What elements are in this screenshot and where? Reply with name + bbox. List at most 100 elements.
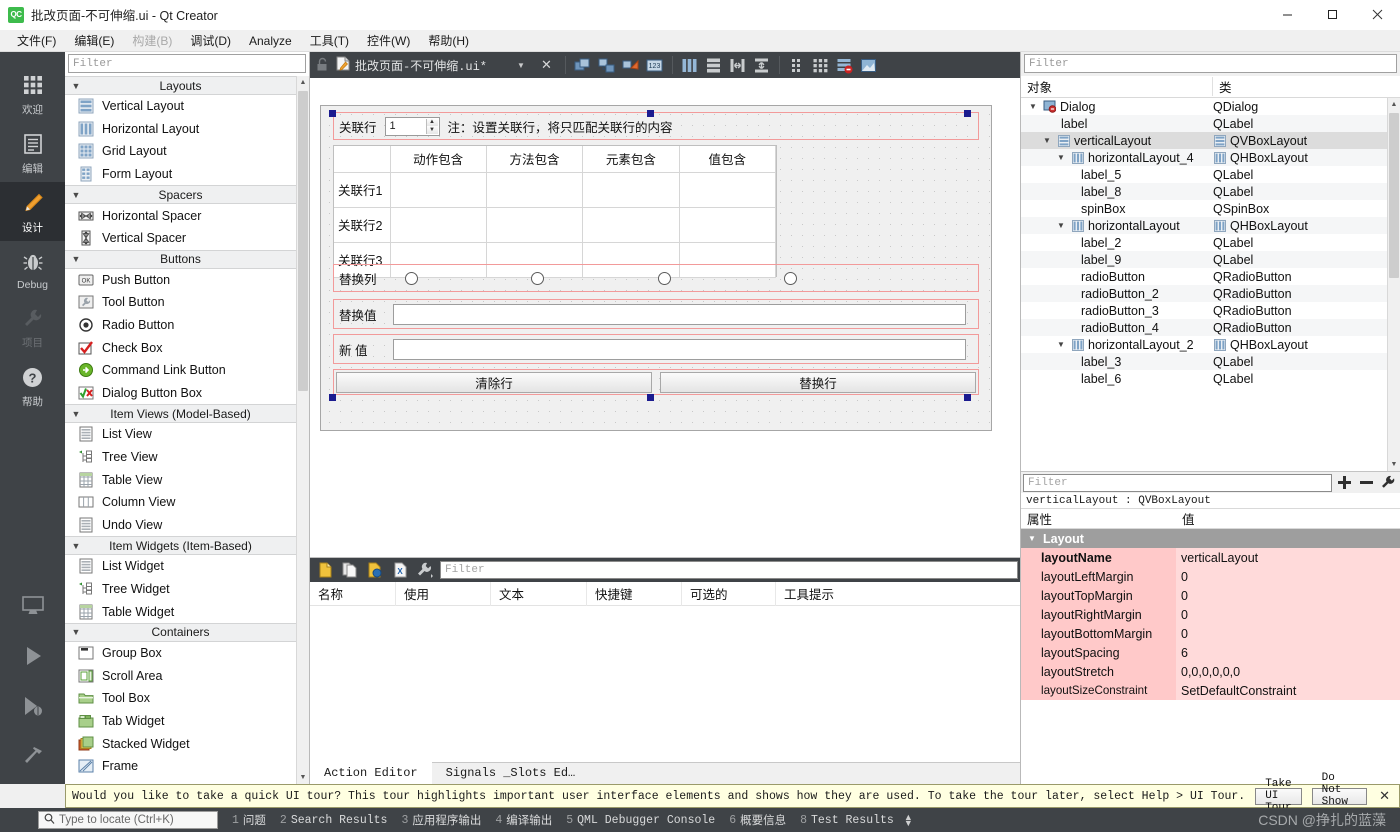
table-cell[interactable]: [389, 171, 487, 208]
widget-box-scrollbar[interactable]: ▲ ▼: [296, 76, 309, 784]
widget-item-list-widget[interactable]: List Widget: [65, 555, 296, 578]
oi-row-label-5[interactable]: label_5 QLabel: [1021, 166, 1387, 183]
spinbox-assoc-row[interactable]: 1 ▲ ▼: [384, 116, 440, 136]
break-layout-icon[interactable]: [835, 55, 855, 75]
scroll-up-icon[interactable]: ▲: [297, 76, 309, 89]
widget-item-dialog-button-box[interactable]: Dialog Button Box: [65, 382, 296, 405]
widget-item-tree-view[interactable]: Tree View: [65, 446, 296, 469]
chevron-down-icon[interactable]: ▼: [1041, 136, 1053, 145]
oi-row-radiobutton-3[interactable]: radioButton_3 QRadioButton: [1021, 302, 1387, 319]
widget-item-vertical-layout[interactable]: Vertical Layout: [65, 95, 296, 118]
ae-col-name[interactable]: 名称: [310, 581, 396, 606]
edit-widgets-icon[interactable]: [573, 55, 593, 75]
clear-row-button[interactable]: 清除行: [336, 371, 652, 393]
widget-item-horizontal-layout[interactable]: Horizontal Layout: [65, 118, 296, 141]
chevron-down-icon[interactable]: ▼: [1021, 534, 1043, 543]
chevron-down-icon[interactable]: ▼: [1055, 340, 1067, 349]
property-row-layouttopmargin[interactable]: layoutTopMargin 0: [1021, 586, 1400, 605]
widget-item-vertical-spacer[interactable]: Vertical Spacer: [65, 227, 296, 250]
status-pane-test-results[interactable]: 8 Test Results: [800, 814, 894, 827]
form-row-replace-col[interactable]: 替换列: [333, 264, 979, 292]
unlocked-icon[interactable]: [316, 57, 330, 73]
adjust-size-icon[interactable]: [859, 55, 879, 75]
menu-tools[interactable]: 工具(T): [301, 30, 358, 51]
action-editor-filter[interactable]: [439, 561, 1019, 579]
replace-row-button[interactable]: 替换行: [660, 371, 976, 393]
oi-row-radiobutton-4[interactable]: radioButton_4 QRadioButton: [1021, 319, 1387, 336]
chevron-down-icon[interactable]: ▼: [517, 61, 525, 70]
property-row-layoutrightmargin[interactable]: layoutRightMargin 0: [1021, 605, 1400, 624]
status-pane-general-messages[interactable]: 6 概要信息: [729, 812, 786, 829]
selection-handle-tr[interactable]: [964, 110, 971, 117]
minimize-button[interactable]: [1265, 0, 1310, 30]
property-row-layoutleftmargin[interactable]: layoutLeftMargin 0: [1021, 567, 1400, 586]
widget-item-tool-button[interactable]: Tool Button: [65, 291, 296, 314]
widget-item-undo-view[interactable]: Undo View: [65, 514, 296, 537]
property-value[interactable]: 6: [1176, 643, 1400, 662]
form-canvas[interactable]: 关联行 1 ▲ ▼ 注：设置关联行，将只匹配关联行的内容 动作包含 方法包含 元…: [310, 78, 1020, 558]
mode-projects[interactable]: 项目: [0, 297, 65, 356]
selection-handle-bm[interactable]: [647, 394, 654, 401]
widget-item-table-view[interactable]: Table View: [65, 468, 296, 491]
form-row-buttons[interactable]: 清除行 替换行: [333, 369, 979, 395]
scroll-up-icon[interactable]: ▲: [1388, 98, 1400, 111]
oi-row-horizontallayout[interactable]: ▼ horizontalLayout QHBoxLayout: [1021, 217, 1387, 234]
spinbox-up-icon[interactable]: ▲: [426, 118, 438, 126]
property-editor-filter[interactable]: [1023, 473, 1332, 492]
layout-grid-icon[interactable]: [811, 55, 831, 75]
locator-input[interactable]: [59, 814, 212, 826]
widget-item-radio-button[interactable]: Radio Button: [65, 314, 296, 337]
oi-row-label-8[interactable]: label_8 QLabel: [1021, 183, 1387, 200]
delete-action-icon[interactable]: X: [390, 560, 410, 580]
property-row-layoutname[interactable]: layoutName verticalLayout: [1021, 548, 1400, 567]
action-editor-filter-input[interactable]: [444, 564, 1014, 576]
spinbox-down-icon[interactable]: ▼: [426, 126, 438, 134]
status-pane-application-output[interactable]: 3 应用程序输出: [401, 812, 481, 829]
close-icon[interactable]: ✕: [1379, 788, 1390, 804]
configure-icon[interactable]: [415, 560, 435, 580]
oi-row-verticallayout[interactable]: ▼ verticalLayout QVBoxLayout: [1021, 132, 1387, 149]
output-pane-toggle-icon[interactable]: ▲ ▼: [904, 813, 913, 828]
layout-form-icon[interactable]: [787, 55, 807, 75]
widget-category-containers[interactable]: ▼ Containers: [65, 622, 296, 642]
property-value[interactable]: verticalLayout: [1176, 548, 1400, 567]
layout-splitter-v-icon[interactable]: [752, 55, 772, 75]
chevron-down-icon[interactable]: ▼: [1055, 221, 1067, 230]
hammer-icon[interactable]: [19, 742, 47, 770]
widget-item-grid-layout[interactable]: Grid Layout: [65, 140, 296, 163]
spinbox-buttons[interactable]: ▲ ▼: [425, 118, 438, 134]
property-group-layout[interactable]: ▼ Layout: [1021, 529, 1400, 548]
menu-help[interactable]: 帮助(H): [419, 30, 478, 51]
object-inspector-filter[interactable]: [1024, 54, 1397, 73]
table-cell[interactable]: [678, 206, 777, 243]
widget-item-scroll-area[interactable]: Scroll Area: [65, 664, 296, 687]
widget-category-spacers[interactable]: ▼ Spacers: [65, 185, 296, 205]
table-cell[interactable]: [485, 206, 584, 243]
document-file[interactable]: 批改页面-不可伸缩.ui*: [336, 56, 487, 74]
menu-edit[interactable]: 编辑(E): [65, 30, 123, 51]
oi-row-spinbox[interactable]: spinBox QSpinBox: [1021, 200, 1387, 217]
layout-vertically-icon[interactable]: [704, 55, 724, 75]
oi-row-label-3[interactable]: label_3 QLabel: [1021, 353, 1387, 370]
table-cell[interactable]: [582, 206, 680, 243]
menu-file[interactable]: 文件(F): [8, 30, 65, 51]
minus-icon[interactable]: [1356, 473, 1376, 493]
replace-value-input[interactable]: [393, 303, 966, 325]
chevron-down-icon[interactable]: ▼: [1027, 102, 1039, 111]
oi-row-label-2[interactable]: label_2 QLabel: [1021, 234, 1387, 251]
menu-analyze[interactable]: Analyze: [240, 32, 301, 50]
edit-tab-order-icon[interactable]: 123: [645, 55, 665, 75]
widget-item-list-view[interactable]: List View: [65, 423, 296, 446]
canvas-surface[interactable]: 关联行 1 ▲ ▼ 注：设置关联行，将只匹配关联行的内容 动作包含 方法包含 元…: [310, 78, 1020, 557]
widget-item-form-layout[interactable]: Form Layout: [65, 163, 296, 186]
oi-row-horizontallayout-4[interactable]: ▼ horizontalLayout_4 QHBoxLayout: [1021, 149, 1387, 166]
widget-category-buttons[interactable]: ▼ Buttons: [65, 249, 296, 269]
edit-signals-slots-icon[interactable]: [597, 55, 617, 75]
maximize-button[interactable]: [1310, 0, 1355, 30]
mode-debug[interactable]: Debug: [0, 241, 65, 297]
configure-icon[interactable]: [1378, 473, 1398, 493]
status-pane-qml-debugger-console[interactable]: 5 QML Debugger Console: [566, 814, 715, 827]
oi-row-radiobutton-2[interactable]: radioButton_2 QRadioButton: [1021, 285, 1387, 302]
scroll-thumb[interactable]: [1389, 113, 1399, 278]
copy-action-icon[interactable]: [341, 560, 361, 580]
